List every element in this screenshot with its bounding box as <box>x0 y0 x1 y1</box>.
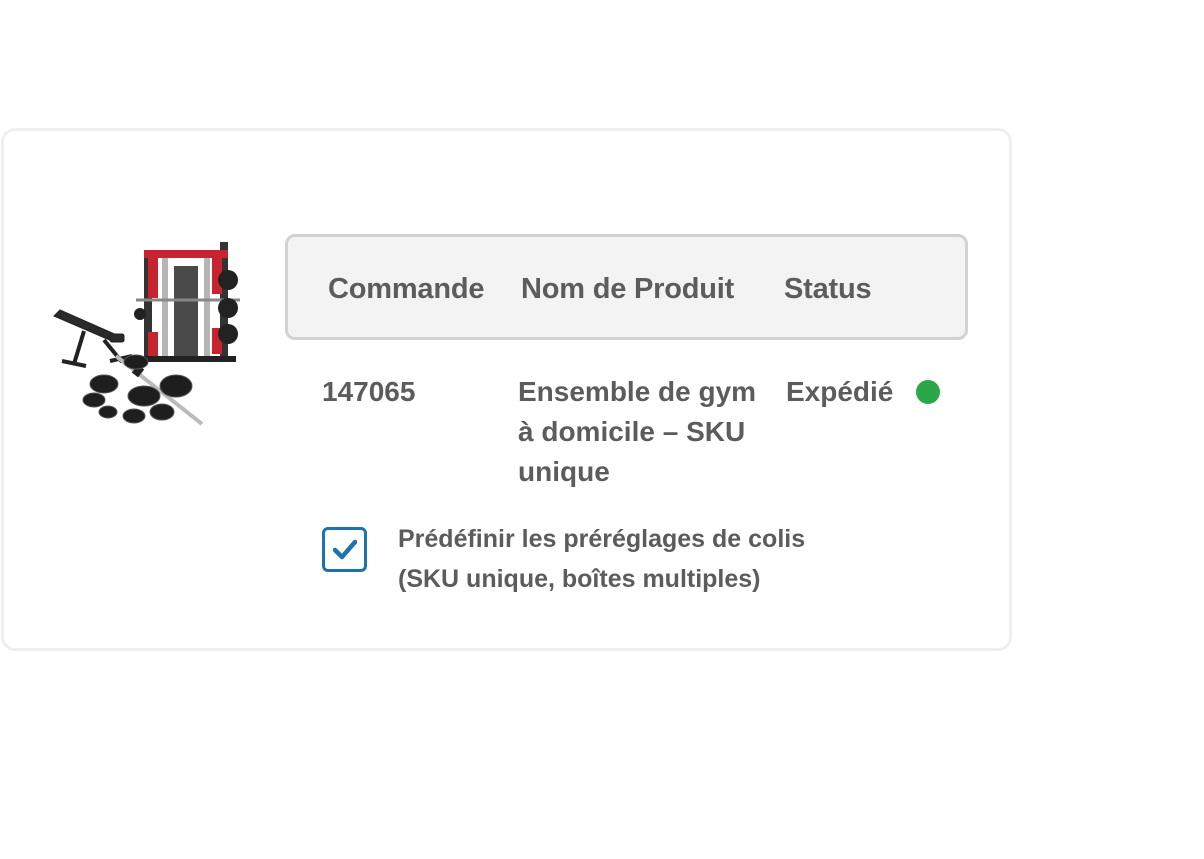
status-text: Expédié <box>786 376 894 407</box>
preset-package-checkbox[interactable] <box>322 527 367 572</box>
weight-plates-graphic <box>82 354 193 424</box>
checkmark-icon <box>333 539 357 560</box>
product-image <box>53 242 240 426</box>
preset-label-line-1: Prédéfinir les préréglages de colis <box>398 525 806 553</box>
column-header-order: Commande <box>328 273 485 305</box>
table-header: Commande Nom de Produit Status <box>285 234 968 340</box>
status-dot-icon <box>916 380 940 404</box>
column-header-status: Status <box>784 273 872 305</box>
column-header-product-name: Nom de Produit <box>521 273 735 305</box>
preset-package-label: Prédéfinir les préréglages de colis (SKU… <box>398 519 868 599</box>
product-name: Ensemble de gym à domicile – SKU unique <box>518 376 757 487</box>
rack-graphic <box>134 242 240 362</box>
preset-label-line-2: (SKU unique, boîtes multiples) <box>398 565 761 593</box>
order-number: 147065 <box>322 376 416 407</box>
